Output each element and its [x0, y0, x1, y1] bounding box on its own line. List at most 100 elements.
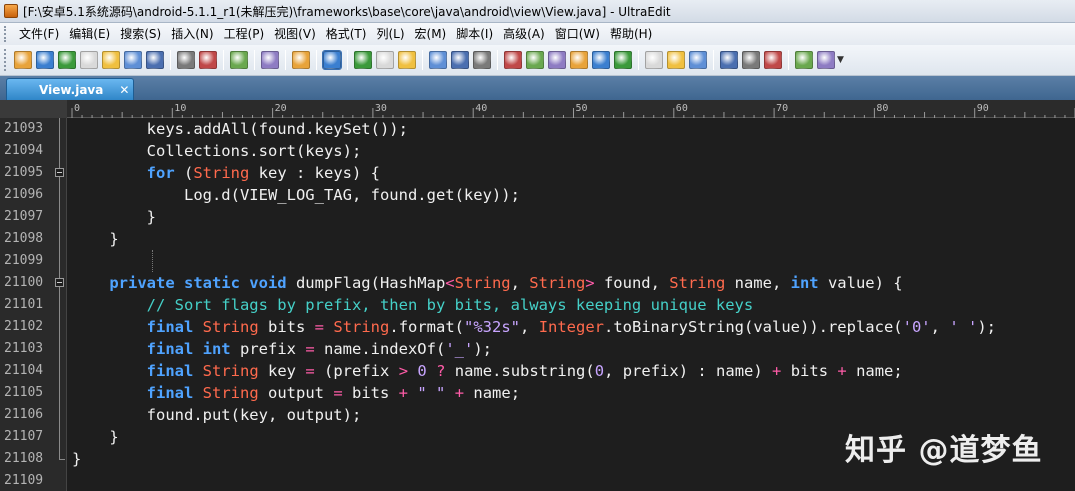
- print-preview-icon[interactable]: [199, 51, 217, 69]
- code-token: prefix: [230, 340, 306, 358]
- code-token: Integer: [538, 318, 605, 336]
- code-line[interactable]: }: [72, 426, 118, 448]
- code-line[interactable]: final int prefix = name.indexOf('_');: [72, 338, 492, 360]
- function-list-icon[interactable]: [261, 51, 279, 69]
- tile-icon[interactable]: [667, 51, 685, 69]
- code-token: String: [202, 362, 259, 380]
- menu-file[interactable]: 文件(F): [14, 24, 64, 44]
- replace-icon[interactable]: [548, 51, 566, 69]
- refresh-icon[interactable]: [764, 51, 782, 69]
- bookmark-icon[interactable]: [614, 51, 632, 69]
- tab-view-java[interactable]: View.java ✕: [6, 78, 134, 100]
- open-file-icon[interactable]: [124, 51, 142, 69]
- ruler-label: 40: [475, 103, 487, 114]
- window-title: [F:\安卓5.1系统源码\android-5.1.1_r1(未解压完)\fra…: [23, 4, 671, 19]
- code-line[interactable]: }: [72, 228, 119, 250]
- find-in-files-icon[interactable]: [570, 51, 588, 69]
- ruler-label: 80: [876, 103, 888, 114]
- fold-toggle-icon[interactable]: [55, 168, 64, 177]
- menu-advanced[interactable]: 高级(A): [498, 24, 550, 44]
- paste-icon[interactable]: [473, 51, 491, 69]
- code-line[interactable]: private static void dumpFlag(HashMap<Str…: [72, 272, 902, 294]
- code-token: final: [146, 384, 194, 402]
- cascade-icon[interactable]: [689, 51, 707, 69]
- code-line[interactable]: final String key = (prefix > 0 ? name.su…: [72, 360, 903, 382]
- code-line[interactable]: final String output = bits + " " + name;: [72, 382, 520, 404]
- code-token: String: [669, 274, 726, 292]
- toolbar-grip[interactable]: [4, 49, 8, 71]
- open-icon[interactable]: [14, 51, 32, 69]
- window-layout-icon[interactable]: [645, 51, 663, 69]
- code-token: =: [305, 362, 315, 380]
- code-line[interactable]: }: [72, 206, 156, 228]
- code-token: , prefix) : name): [604, 362, 773, 380]
- tip-icon[interactable]: [795, 51, 813, 69]
- menu-macro[interactable]: 宏(M): [410, 24, 452, 44]
- code-line[interactable]: for (String key : keys) {: [72, 162, 380, 184]
- column-markers-icon[interactable]: [292, 51, 310, 69]
- menu-view[interactable]: 视图(V): [269, 24, 321, 44]
- cut-icon[interactable]: [429, 51, 447, 69]
- toolbar-overflow-icon[interactable]: ▼: [837, 51, 845, 69]
- code-token: ' ': [949, 318, 978, 336]
- find-icon[interactable]: [504, 51, 522, 69]
- line-number: 21109: [4, 473, 44, 488]
- help-icon[interactable]: [817, 51, 835, 69]
- toolbar-separator: [347, 50, 348, 70]
- toolbar-separator: [788, 50, 789, 70]
- menu-edit[interactable]: 编辑(E): [64, 24, 115, 44]
- tag-list-icon[interactable]: [592, 51, 610, 69]
- menu-grip[interactable]: [4, 26, 8, 42]
- browser-icon[interactable]: [720, 51, 738, 69]
- ftp-icon[interactable]: [742, 51, 760, 69]
- code-token: 0: [594, 362, 605, 380]
- properties-icon[interactable]: [230, 51, 248, 69]
- menu-insert[interactable]: 插入(N): [166, 24, 218, 44]
- copy-icon[interactable]: [451, 51, 469, 69]
- code-line[interactable]: keys.addAll(found.keySet());: [72, 118, 408, 140]
- save-icon[interactable]: [146, 51, 164, 69]
- line-number: 21093: [4, 121, 44, 136]
- menu-script[interactable]: 脚本(I): [451, 24, 498, 44]
- open-folder-icon[interactable]: [102, 51, 120, 69]
- code-line[interactable]: Collections.sort(keys);: [72, 140, 362, 162]
- forward-icon[interactable]: [58, 51, 76, 69]
- spell-check-icon[interactable]: [398, 51, 416, 69]
- code-token: }: [72, 230, 119, 248]
- code-line[interactable]: final String bits = String.format("%32s"…: [72, 316, 996, 338]
- menu-column[interactable]: 列(L): [371, 24, 409, 44]
- compile-icon[interactable]: [354, 51, 372, 69]
- find-next-icon[interactable]: [526, 51, 544, 69]
- line-number: 21105: [4, 385, 44, 400]
- line-number: 21106: [4, 407, 44, 422]
- code-line[interactable]: Log.d(VIEW_LOG_TAG, found.get(key));: [72, 184, 520, 206]
- code-token: );: [473, 340, 492, 358]
- menu-search[interactable]: 搜索(S): [115, 24, 166, 44]
- close-icon[interactable]: ✕: [119, 83, 129, 97]
- code-token: name;: [846, 362, 903, 380]
- code-line[interactable]: // Sort flags by prefix, then by bits, a…: [72, 294, 754, 316]
- fold-toggle-icon[interactable]: [55, 278, 64, 287]
- menu-project[interactable]: 工程(P): [219, 24, 270, 44]
- ruler-label: 60: [676, 103, 688, 114]
- code-line[interactable]: }: [72, 448, 81, 470]
- word-wrap-icon[interactable]: [322, 50, 342, 70]
- back-icon[interactable]: [36, 51, 54, 69]
- code-token: +: [398, 384, 409, 402]
- menu-window[interactable]: 窗口(W): [550, 24, 605, 44]
- code-token: '0': [902, 318, 931, 336]
- title-bar: [F:\安卓5.1系统源码\android-5.1.1_r1(未解压完)\fra…: [0, 0, 1075, 23]
- new-file-icon[interactable]: [80, 51, 98, 69]
- code-line[interactable]: found.put(key, output);: [72, 404, 362, 426]
- fold-end-marker: [59, 459, 65, 460]
- print-icon[interactable]: [177, 51, 195, 69]
- menu-help[interactable]: 帮助(H): [605, 24, 657, 44]
- toolbar-separator: [497, 50, 498, 70]
- add-icon[interactable]: [376, 51, 394, 69]
- code-token: ,: [930, 318, 950, 336]
- menu-format[interactable]: 格式(T): [321, 24, 372, 44]
